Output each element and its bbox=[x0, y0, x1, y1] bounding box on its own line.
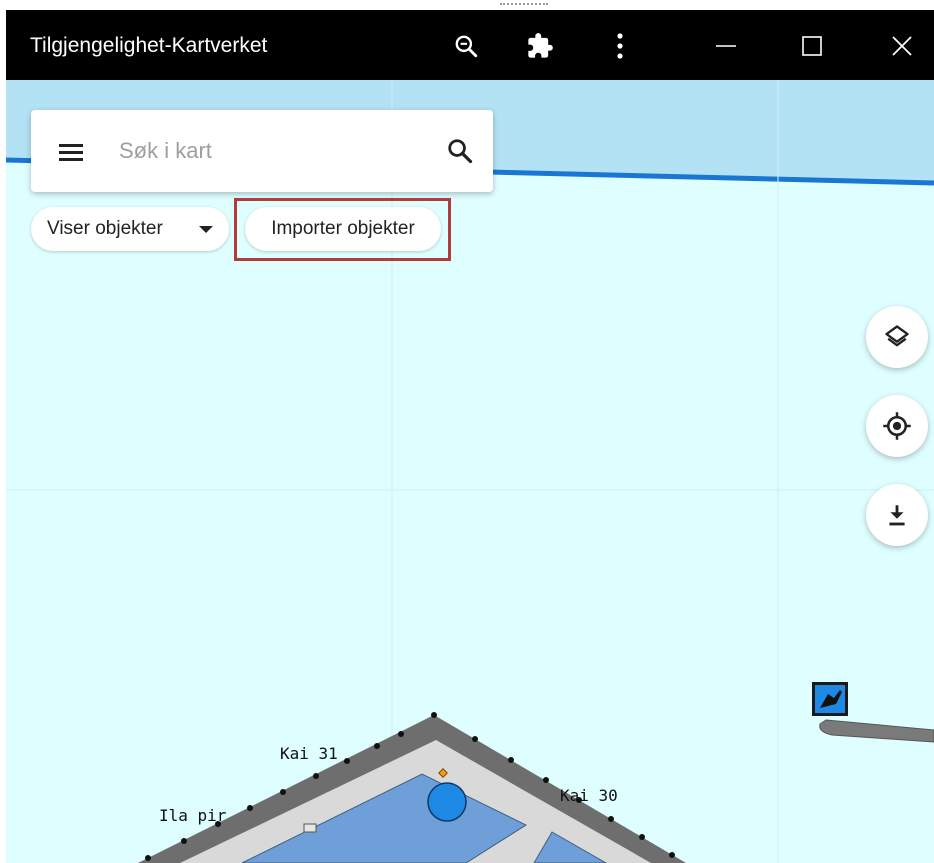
maximize-button[interactable] bbox=[790, 24, 834, 68]
search-icon bbox=[448, 139, 473, 164]
search-bar bbox=[31, 110, 493, 192]
hamburger-menu-icon bbox=[59, 144, 83, 161]
ferry-marker-icon[interactable] bbox=[812, 682, 848, 716]
menu-button[interactable] bbox=[51, 132, 91, 172]
close-button[interactable] bbox=[880, 24, 924, 68]
my-location-icon bbox=[883, 412, 911, 440]
showing-objects-dropdown[interactable]: Viser objekter bbox=[31, 207, 229, 251]
map-label-kai31: Kai 31 bbox=[280, 744, 338, 763]
extensions-button[interactable] bbox=[518, 24, 562, 68]
map-graphics bbox=[6, 80, 934, 863]
layers-icon bbox=[885, 325, 909, 347]
maximize-icon bbox=[802, 36, 822, 56]
layers-button[interactable] bbox=[866, 306, 928, 368]
map-label-ila-pir: Ila pir bbox=[159, 806, 227, 825]
minimize-icon bbox=[716, 45, 736, 47]
my-location-button[interactable] bbox=[866, 395, 928, 457]
showing-objects-label: Viser objekter bbox=[47, 218, 163, 239]
download-button[interactable] bbox=[866, 484, 928, 546]
title-bar: Tilgjengelighet-Kartverket bbox=[6, 10, 934, 80]
map-canvas[interactable]: Kai 31 Kai 30 Ila pir bbox=[6, 80, 934, 863]
app-title: Tilgjengelighet-Kartverket bbox=[30, 34, 268, 57]
download-icon bbox=[889, 505, 905, 526]
more-vert-icon bbox=[617, 33, 623, 59]
map-label-kai30: Kai 30 bbox=[560, 786, 618, 805]
window-top-strip bbox=[0, 0, 934, 10]
drag-grip[interactable] bbox=[500, 3, 548, 7]
more-options-button[interactable] bbox=[598, 24, 642, 68]
zoom-out-button[interactable] bbox=[444, 24, 488, 68]
import-objects-label: Importer objekter bbox=[271, 218, 415, 239]
zoom-out-icon bbox=[455, 35, 478, 58]
import-objects-button[interactable]: Importer objekter bbox=[245, 207, 441, 251]
caret-down-icon bbox=[199, 226, 213, 233]
search-button[interactable] bbox=[439, 130, 481, 172]
search-input[interactable] bbox=[119, 132, 419, 170]
close-icon bbox=[892, 36, 912, 56]
minimize-button[interactable] bbox=[704, 24, 748, 68]
extension-icon bbox=[528, 33, 553, 58]
